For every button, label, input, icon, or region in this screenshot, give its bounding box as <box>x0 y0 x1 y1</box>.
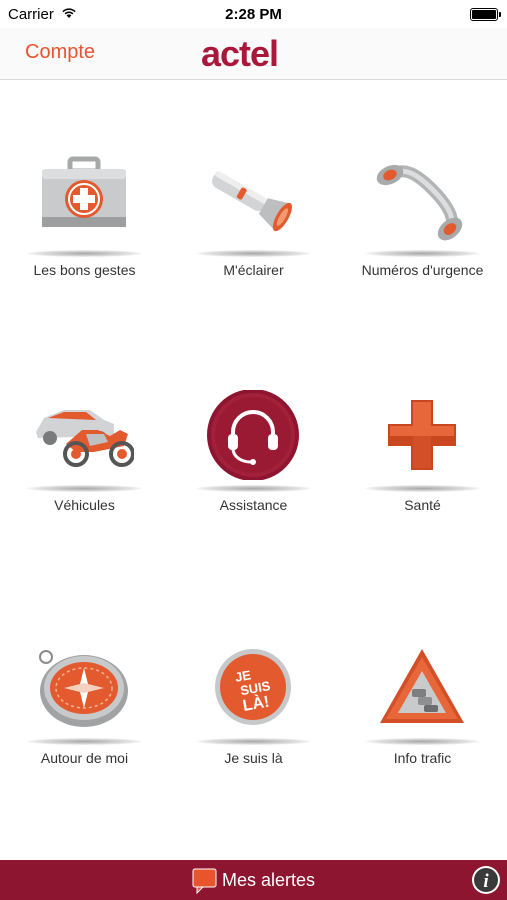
nav-bar: Compte actel <box>0 28 507 80</box>
actel-logo: actel <box>201 36 279 72</box>
flashlight-icon <box>203 155 303 245</box>
traffic-warning-icon <box>372 643 472 733</box>
status-time: 2:28 PM <box>225 6 282 23</box>
first-aid-kit-icon <box>34 155 134 245</box>
bottom-bar: Mes alertes i <box>0 860 507 900</box>
battery-icon <box>470 8 501 21</box>
alerts-label: Mes alertes <box>222 870 316 890</box>
tile-label: M'éclairer <box>223 262 284 278</box>
tile-vehicules[interactable]: Véhicules <box>0 390 169 520</box>
icon-shadow <box>27 250 142 257</box>
tile-info-trafic[interactable]: Info trafic <box>338 643 507 773</box>
logo-text: actel <box>201 36 278 72</box>
tile-label: Autour de moi <box>40 750 129 766</box>
icon-shadow <box>27 738 142 745</box>
icon-shadow <box>196 738 311 745</box>
icon-shadow <box>196 485 311 492</box>
compass-icon <box>34 643 134 733</box>
icon-shadow <box>365 485 480 492</box>
speech-bubble-icon <box>192 868 217 894</box>
icon-shadow <box>196 250 311 257</box>
tile-label: Assistance <box>219 497 288 513</box>
account-button[interactable]: Compte <box>25 41 95 64</box>
headset-icon <box>203 389 303 481</box>
health-cross-icon <box>372 390 472 480</box>
info-icon[interactable]: i <box>471 865 501 895</box>
tile-assistance[interactable]: Assistance <box>169 389 338 520</box>
phone-handset-icon <box>372 155 472 245</box>
tile-m-eclairer[interactable]: M'éclairer <box>169 155 338 285</box>
tile-label: Numéros d'urgence <box>361 262 484 278</box>
status-bar: Carrier 2:28 PM <box>0 0 507 28</box>
tile-sante[interactable]: Santé <box>338 390 507 520</box>
main-grid: Les bons gestes M'éclairer Numéros d'urg… <box>0 80 507 860</box>
tile-les-bons-gestes[interactable]: Les bons gestes <box>0 155 169 285</box>
icon-shadow <box>27 485 142 492</box>
je-suis-la-badge-icon: JE SUIS LÀ! <box>203 643 303 733</box>
icon-shadow <box>365 250 480 257</box>
tile-je-suis-la[interactable]: JE SUIS LÀ! Je suis là <box>169 643 338 773</box>
tile-label: Info trafic <box>393 750 452 766</box>
tile-numeros-urgence[interactable]: Numéros d'urgence <box>338 155 507 285</box>
tile-label: Santé <box>404 497 441 513</box>
tile-label: Véhicules <box>54 497 115 513</box>
tile-label: Je suis là <box>224 750 283 766</box>
icon-shadow <box>365 738 480 745</box>
car-motorcycle-icon <box>34 390 135 480</box>
tile-label: Les bons gestes <box>33 262 136 278</box>
tile-autour-de-moi[interactable]: Autour de moi <box>0 643 169 773</box>
info-symbol: i <box>483 871 489 892</box>
